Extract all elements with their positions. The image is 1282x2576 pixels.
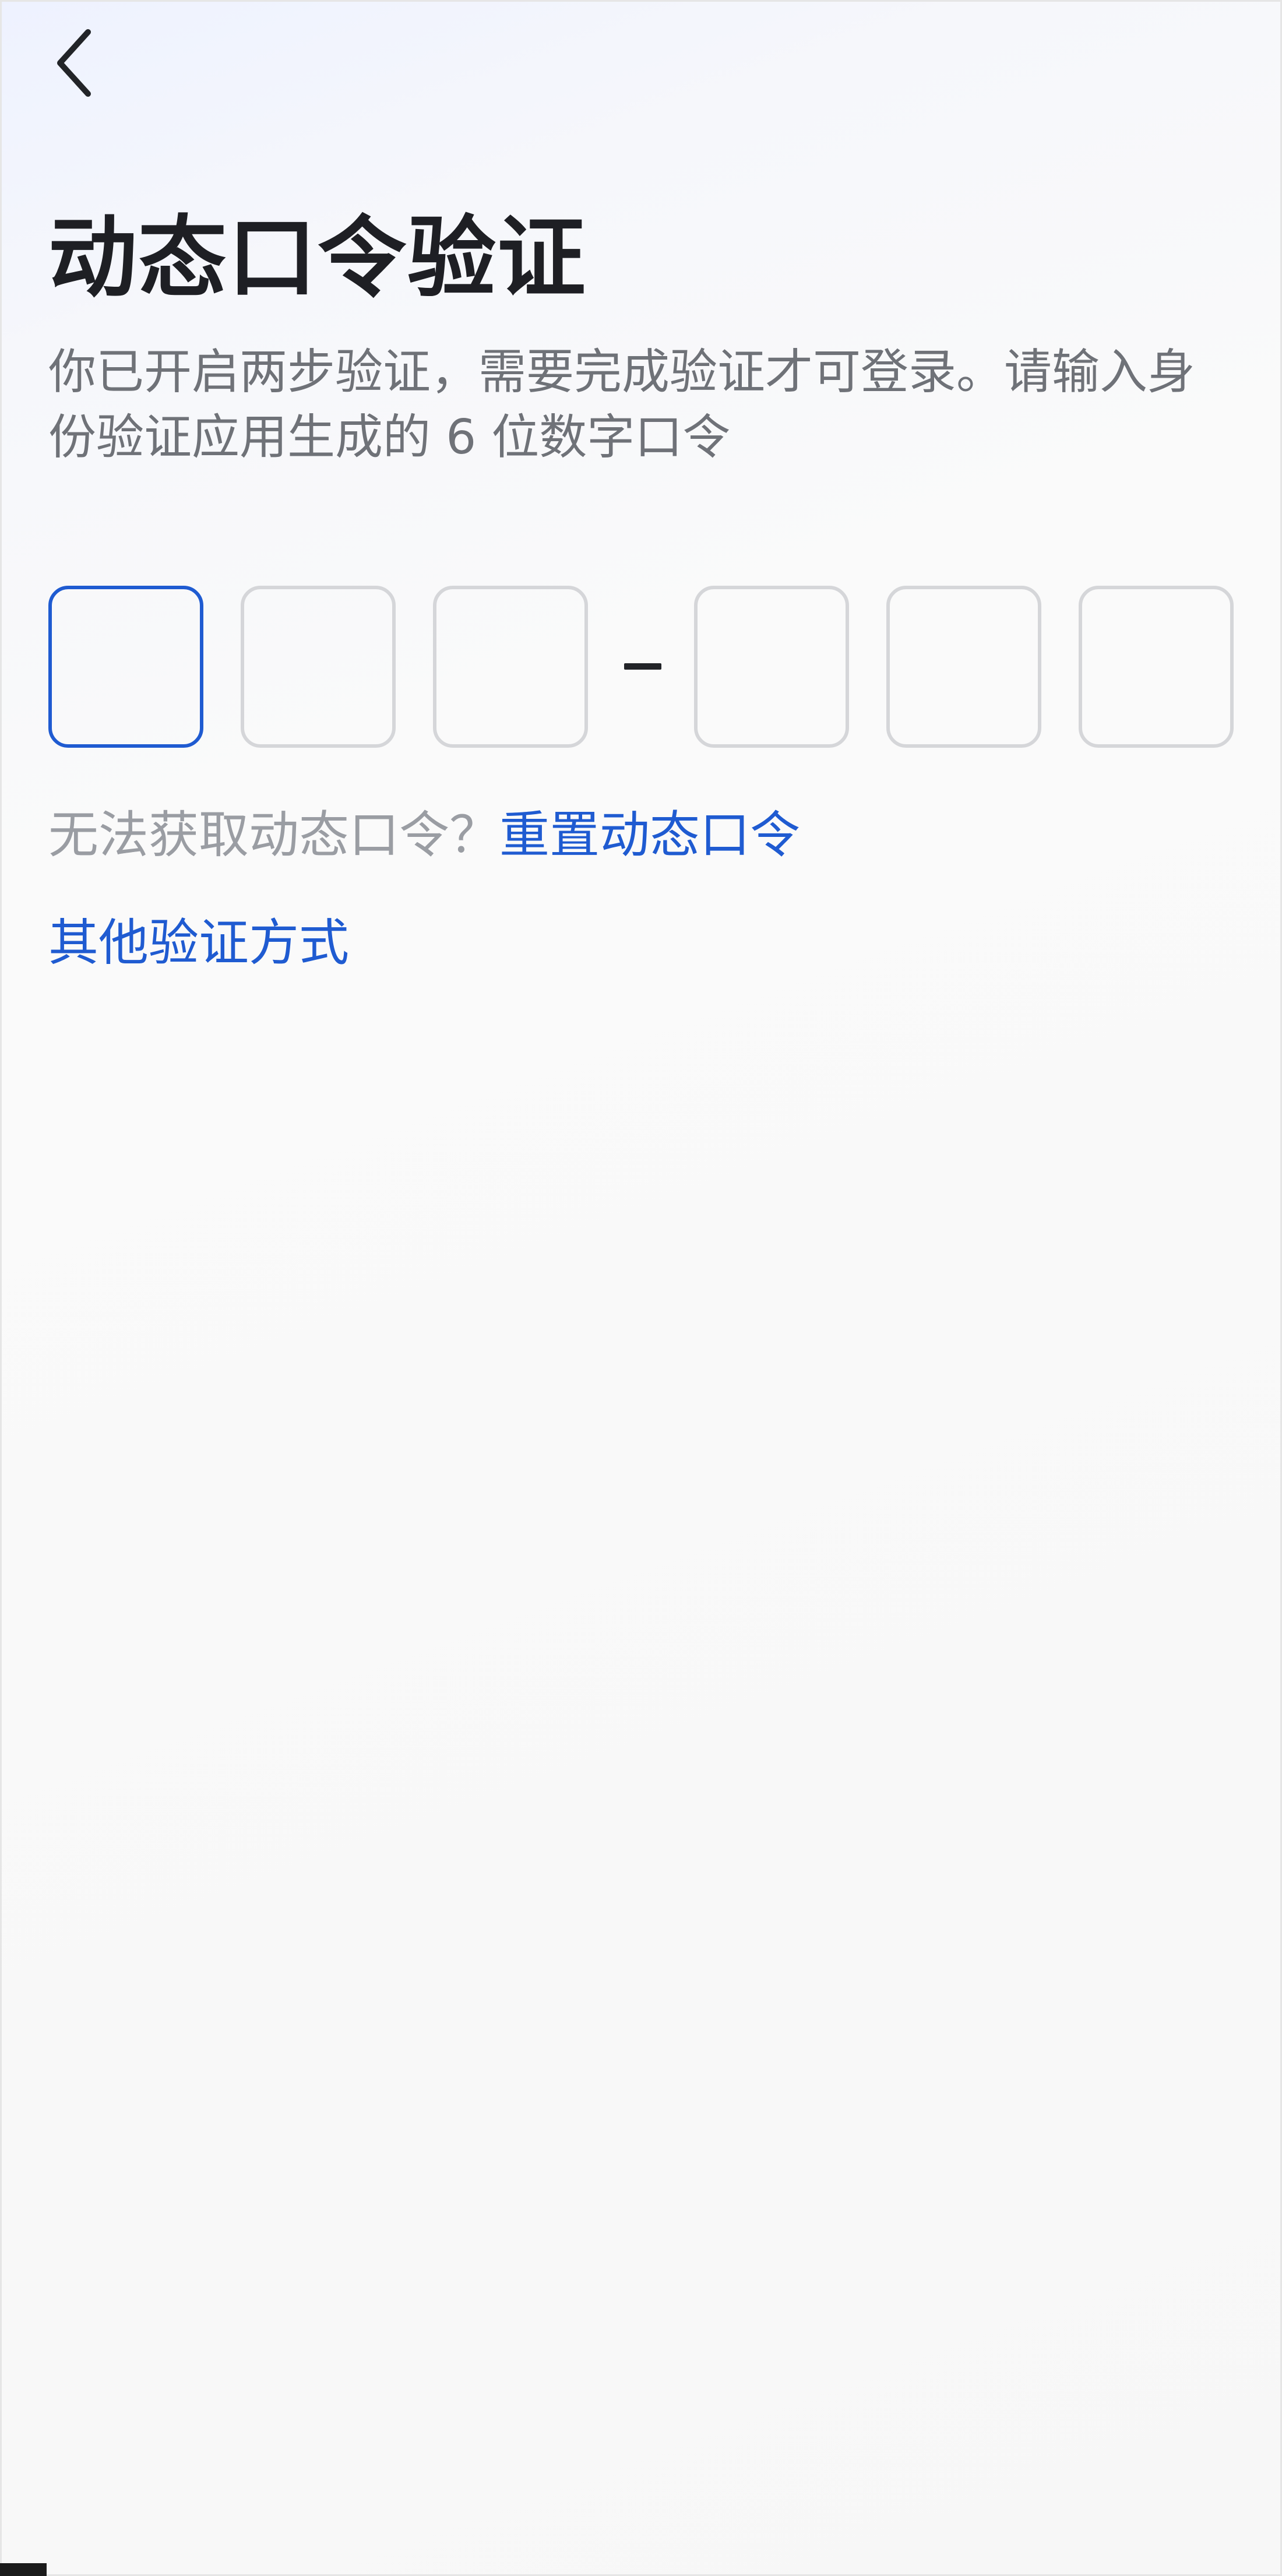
page-title: 动态口令验证 (48, 206, 587, 309)
other-methods-link[interactable]: 其他验证方式 (48, 908, 349, 978)
otp-digit-5[interactable] (886, 586, 1041, 748)
otp-digit-2[interactable] (241, 586, 396, 748)
reset-otp-link[interactable]: 重置动态口令 (499, 806, 800, 864)
help-prompt: 无法获取动态口令？ (48, 806, 499, 864)
otp-digit-6[interactable] (1079, 586, 1234, 748)
corner-mark (0, 2563, 47, 2576)
otp-digit-4[interactable] (694, 586, 849, 748)
help-line: 无法获取动态口令？重置动态口令 (48, 800, 800, 870)
back-button[interactable] (48, 22, 118, 104)
otp-input-group (48, 586, 1237, 749)
otp-digit-3[interactable] (433, 586, 588, 748)
verification-page: 动态口令验证 你已开启两步验证，需要完成验证才可登录。请输入身份验证应用生成的 … (0, 0, 1282, 2576)
page-description: 你已开启两步验证，需要完成验证才可登录。请输入身份验证应用生成的 6 位数字口令 (48, 344, 1196, 465)
chevron-left-icon (57, 29, 91, 97)
otp-digit-1[interactable] (48, 586, 203, 748)
otp-separator (624, 663, 661, 670)
